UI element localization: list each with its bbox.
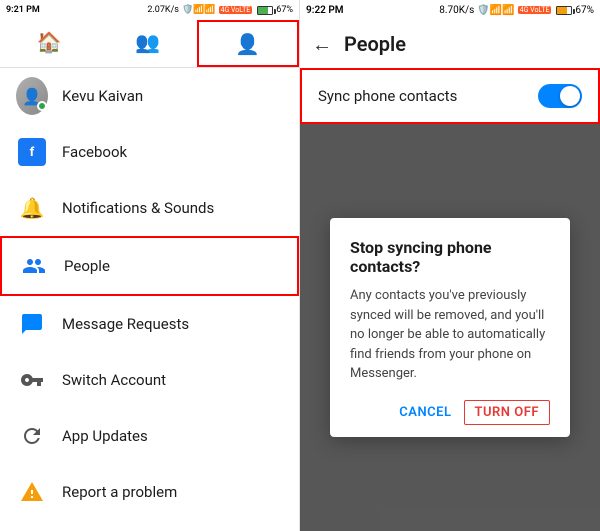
menu-list: 👤 Kevu Kaivan f Facebook 🔔 Notifications… [0,68,299,531]
left-icons: 🛡️📶📶 [182,5,216,15]
avatar-container: 👤 [16,80,48,112]
menu-item-user[interactable]: 👤 Kevu Kaivan [0,68,299,124]
menu-item-report-problem[interactable]: Report a problem [0,464,299,520]
menu-item-people[interactable]: People [0,236,299,296]
dialog-body: Any contacts you've previously synced wi… [350,286,550,384]
turn-off-button[interactable]: TURN OFF [464,400,550,425]
sync-contacts-item[interactable]: Sync phone contacts [300,68,600,124]
report-problem-label: Report a problem [62,483,177,501]
facebook-label: Facebook [62,143,127,161]
menu-item-facebook[interactable]: f Facebook [0,124,299,180]
menu-item-switch-account[interactable]: Switch Account [0,352,299,408]
dialog-actions: CANCEL TURN OFF [350,400,550,425]
home-icon: 🏠 [37,30,62,54]
left-time: 9:21 PM [6,5,40,15]
right-volte: 4G VoLTE [518,6,552,14]
warning-icon [16,476,48,508]
back-button[interactable]: ← [312,32,332,57]
menu-item-help[interactable]: Help [0,520,299,531]
menu-item-app-updates[interactable]: App Updates [0,408,299,464]
toggle-knob [560,86,580,106]
bubble-icon [16,308,48,340]
right-speed: 8.70K/s [439,5,474,16]
left-battery-pct: 67% [276,5,293,15]
stop-sync-dialog: Stop syncing phone contacts? Any contact… [330,218,570,437]
left-status-bar: 9:21 PM 2.07K/s 🛡️📶📶 4G VoLTE 67% [0,0,299,20]
sync-toggle[interactable] [538,84,582,108]
message-requests-label: Message Requests [62,315,189,333]
menu-item-notifications[interactable]: 🔔 Notifications & Sounds [0,180,299,236]
switch-account-label: Switch Account [62,371,166,389]
right-icons: 🛡️📶📶 [477,5,514,16]
dialog-title: Stop syncing phone contacts? [350,238,550,276]
tab-home[interactable]: 🏠 [0,20,98,67]
key-icon [16,364,48,396]
facebook-icon: f [16,136,48,168]
menu-item-message-requests[interactable]: Message Requests [0,296,299,352]
right-page-title: People [344,32,406,56]
right-time: 9:22 PM [306,5,344,16]
bell-icon: 🔔 [16,192,48,224]
right-panel: 9:22 PM 8.70K/s 🛡️📶📶 4G VoLTE 67% ← Peop… [300,0,600,531]
right-header: ← People [300,20,600,68]
right-battery-pct: 67% [575,5,594,16]
right-status-bar: 9:22 PM 8.70K/s 🛡️📶📶 4G VoLTE 67% [300,0,600,20]
people-icon: 👥 [135,30,160,54]
sync-contacts-label: Sync phone contacts [318,87,457,105]
app-updates-label: App Updates [62,427,148,445]
user-name: Kevu Kaivan [62,87,143,105]
tab-people[interactable]: 👥 [98,20,196,67]
left-battery-icon [257,6,273,15]
right-battery-icon [556,6,572,15]
person-icon [18,250,50,282]
left-volte: 4G VoLTE [219,6,253,14]
left-speed: 2.07K/s [147,5,179,15]
dialog-overlay: Stop syncing phone contacts? Any contact… [300,124,600,531]
people-menu-label: People [64,257,110,275]
tab-profile[interactable]: 👤 [197,20,299,67]
notifications-label: Notifications & Sounds [62,199,214,217]
profile-icon: 👤 [235,32,260,56]
cancel-button[interactable]: CANCEL [399,405,451,420]
online-indicator [37,101,47,111]
nav-tabs: 🏠 👥 👤 [0,20,299,68]
settings-list: Sync phone contacts [300,68,600,124]
refresh-icon [16,420,48,452]
